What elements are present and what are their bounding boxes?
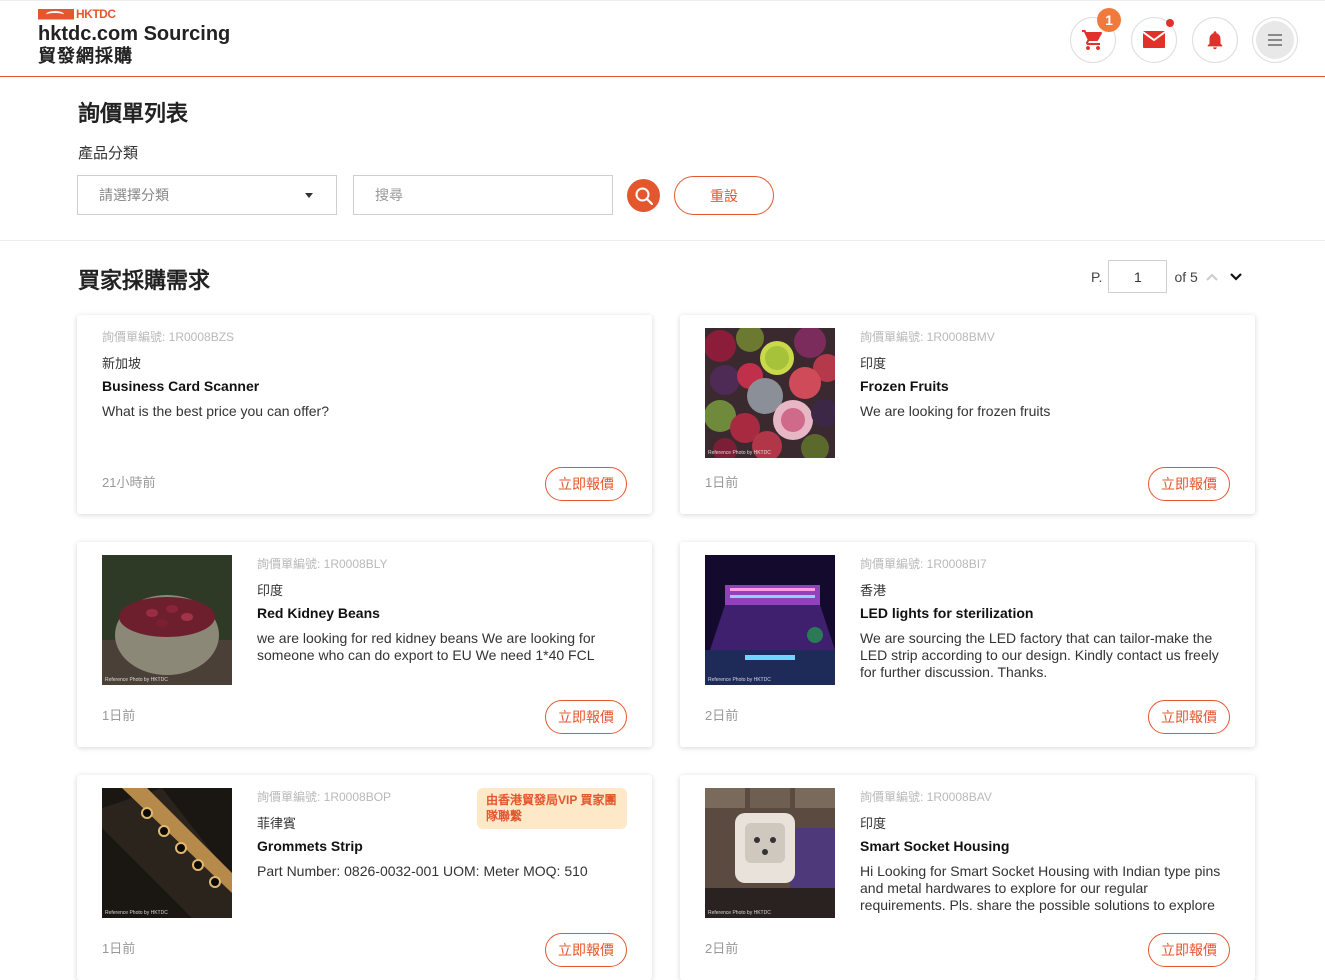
product-image[interactable]: Reference Photo by HKTDC bbox=[705, 555, 835, 685]
hamburger-icon bbox=[1256, 21, 1294, 59]
card-country: 香港 bbox=[860, 583, 887, 598]
rfq-card[interactable]: Reference Photo by HKTDC 詢價單編號: 1R0008BM… bbox=[680, 315, 1255, 514]
card-time: 1日前 bbox=[705, 475, 739, 490]
logo-subtitle: 貿發網採購 bbox=[38, 46, 133, 66]
product-image[interactable]: Reference Photo by HKTDC bbox=[705, 788, 835, 918]
search-input[interactable] bbox=[353, 175, 613, 215]
card-body: 詢價單編號: 1R0008BAV 印度 Smart Socket Housing… bbox=[860, 788, 1230, 914]
notifications-button[interactable] bbox=[1192, 17, 1238, 63]
card-time: 1日前 bbox=[102, 708, 136, 723]
kidney-beans-photo bbox=[102, 555, 232, 685]
card-time: 21小時前 bbox=[102, 475, 156, 490]
page-number-input[interactable] bbox=[1108, 260, 1168, 293]
card-description: Hi Looking for Smart Socket Housing with… bbox=[860, 863, 1221, 913]
card-title[interactable]: Smart Socket Housing bbox=[860, 838, 1230, 855]
rfq-card[interactable]: Reference Photo by HKTDC 詢價單編號: 1R0008BI… bbox=[680, 542, 1255, 747]
mail-icon bbox=[1142, 31, 1166, 48]
reset-button[interactable]: 重設 bbox=[674, 176, 774, 215]
logo-mark: HKTDC bbox=[38, 7, 230, 21]
card-time: 2日前 bbox=[705, 941, 739, 956]
rfq-card[interactable]: Reference Photo by HKTDC 詢價單編號: 1R0008BA… bbox=[680, 775, 1255, 980]
messages-button[interactable] bbox=[1131, 17, 1177, 63]
rfq-card[interactable]: Reference Photo by HKTDC 由香港貿發局VIP 買家團隊聯… bbox=[77, 775, 652, 980]
card-time: 2日前 bbox=[705, 708, 739, 723]
product-image[interactable]: Reference Photo by HKTDC bbox=[705, 328, 835, 458]
menu-button[interactable] bbox=[1252, 17, 1298, 63]
page-prefix: P. bbox=[1091, 268, 1103, 285]
card-description: What is the best price you can offer? bbox=[102, 403, 329, 419]
unread-dot bbox=[1166, 19, 1174, 27]
page-total: of 5 bbox=[1174, 268, 1198, 285]
card-description: we are looking for red kidney beans We a… bbox=[257, 630, 596, 663]
category-select[interactable]: 請選擇分類 bbox=[77, 175, 337, 215]
card-country: 印度 bbox=[860, 356, 887, 371]
card-title[interactable]: Frozen Fruits bbox=[860, 378, 1230, 395]
photo-caption: Reference Photo by HKTDC bbox=[708, 910, 771, 916]
card-country: 印度 bbox=[860, 816, 887, 831]
prev-page-button[interactable] bbox=[1202, 267, 1222, 287]
card-country: 新加坡 bbox=[102, 356, 142, 371]
quote-now-button[interactable]: 立即報價 bbox=[1148, 700, 1230, 734]
card-body: 詢價單編號: 1R0008BI7 香港 LED lights for steri… bbox=[860, 555, 1230, 681]
quote-now-button[interactable]: 立即報價 bbox=[1148, 933, 1230, 967]
search-button[interactable] bbox=[627, 179, 660, 212]
top-header: HKTDC hktdc.com Sourcing 貿發網採購 1 bbox=[0, 0, 1325, 77]
rfq-card[interactable]: Reference Photo by HKTDC 詢價單編號: 1R0008BL… bbox=[77, 542, 652, 747]
quote-now-button[interactable]: 立即報價 bbox=[545, 933, 627, 967]
card-title[interactable]: Business Card Scanner bbox=[102, 378, 627, 395]
chevron-up-icon bbox=[1206, 273, 1218, 281]
card-ref-number: 詢價單編號: 1R0008BZS bbox=[102, 330, 235, 344]
caret-down-icon bbox=[305, 192, 313, 198]
cart-count-badge: 1 bbox=[1097, 8, 1121, 32]
photo-caption: Reference Photo by HKTDC bbox=[708, 677, 771, 683]
photo-caption: Reference Photo by HKTDC bbox=[105, 910, 168, 916]
rfq-card[interactable]: 詢價單編號: 1R0008BZS 新加坡 Business Card Scann… bbox=[77, 315, 652, 514]
bell-icon bbox=[1207, 31, 1223, 50]
product-image[interactable]: Reference Photo by HKTDC bbox=[102, 788, 232, 918]
card-title[interactable]: Red Kidney Beans bbox=[257, 605, 627, 622]
card-body: 詢價單編號: 1R0008BZS 新加坡 Business Card Scann… bbox=[102, 328, 627, 420]
photo-caption: Reference Photo by HKTDC bbox=[708, 450, 771, 456]
card-ref-number: 詢價單編號: 1R0008BLY bbox=[257, 557, 388, 571]
card-body: 詢價單編號: 1R0008BMV 印度 Frozen Fruits We are… bbox=[860, 328, 1230, 420]
card-description: We are looking for frozen fruits bbox=[860, 403, 1051, 419]
search-icon bbox=[635, 187, 653, 205]
card-description: Part Number: 0826-0032-001 UOM: Meter MO… bbox=[257, 863, 588, 879]
page-title: 詢價單列表 bbox=[78, 101, 189, 126]
led-lights-photo bbox=[705, 555, 835, 685]
card-country: 印度 bbox=[257, 583, 284, 598]
card-ref-number: 詢價單編號: 1R0008BI7 bbox=[860, 557, 987, 571]
card-title[interactable]: LED lights for sterilization bbox=[860, 605, 1230, 622]
card-ref-number: 詢價單編號: 1R0008BOP bbox=[257, 790, 392, 804]
grommets-strip-photo bbox=[102, 788, 232, 918]
photo-caption: Reference Photo by HKTDC bbox=[105, 677, 168, 683]
card-country: 菲律賓 bbox=[257, 816, 297, 831]
pagination: P. of 5 bbox=[1091, 260, 1246, 293]
card-ref-number: 詢價單編號: 1R0008BMV bbox=[860, 330, 995, 344]
frozen-fruits-photo bbox=[705, 328, 835, 458]
card-body: 詢價單編號: 1R0008BLY 印度 Red Kidney Beans we … bbox=[257, 555, 627, 664]
section-title: 買家採購需求 bbox=[78, 268, 211, 293]
logo-title: hktdc.com Sourcing bbox=[38, 23, 231, 45]
quote-now-button[interactable]: 立即報價 bbox=[545, 467, 627, 501]
card-ref-number: 詢價單編號: 1R0008BAV bbox=[860, 790, 992, 804]
chevron-down-icon bbox=[1230, 272, 1242, 281]
card-description: We are sourcing the LED factory that can… bbox=[860, 630, 1219, 680]
cart-button[interactable]: 1 bbox=[1070, 8, 1121, 63]
hktdc-flag-icon bbox=[38, 8, 74, 20]
next-page-button[interactable] bbox=[1226, 267, 1246, 287]
card-title[interactable]: Grommets Strip bbox=[257, 838, 627, 855]
hktdc-logo[interactable]: HKTDC hktdc.com Sourcing 貿發網採購 bbox=[38, 7, 230, 66]
quote-now-button[interactable]: 立即報價 bbox=[545, 700, 627, 734]
category-label: 產品分類 bbox=[78, 145, 139, 162]
card-body: 詢價單編號: 1R0008BOP 菲律賓 Grommets Strip Part… bbox=[257, 788, 627, 880]
section-divider bbox=[0, 240, 1325, 241]
card-time: 1日前 bbox=[102, 941, 136, 956]
category-select-placeholder: 請選擇分類 bbox=[99, 187, 169, 203]
logo-mark-text: HKTDC bbox=[76, 7, 116, 21]
cart-icon bbox=[1082, 30, 1103, 50]
quote-now-button[interactable]: 立即報價 bbox=[1148, 467, 1230, 501]
product-image[interactable]: Reference Photo by HKTDC bbox=[102, 555, 232, 685]
smart-socket-photo bbox=[705, 788, 835, 918]
